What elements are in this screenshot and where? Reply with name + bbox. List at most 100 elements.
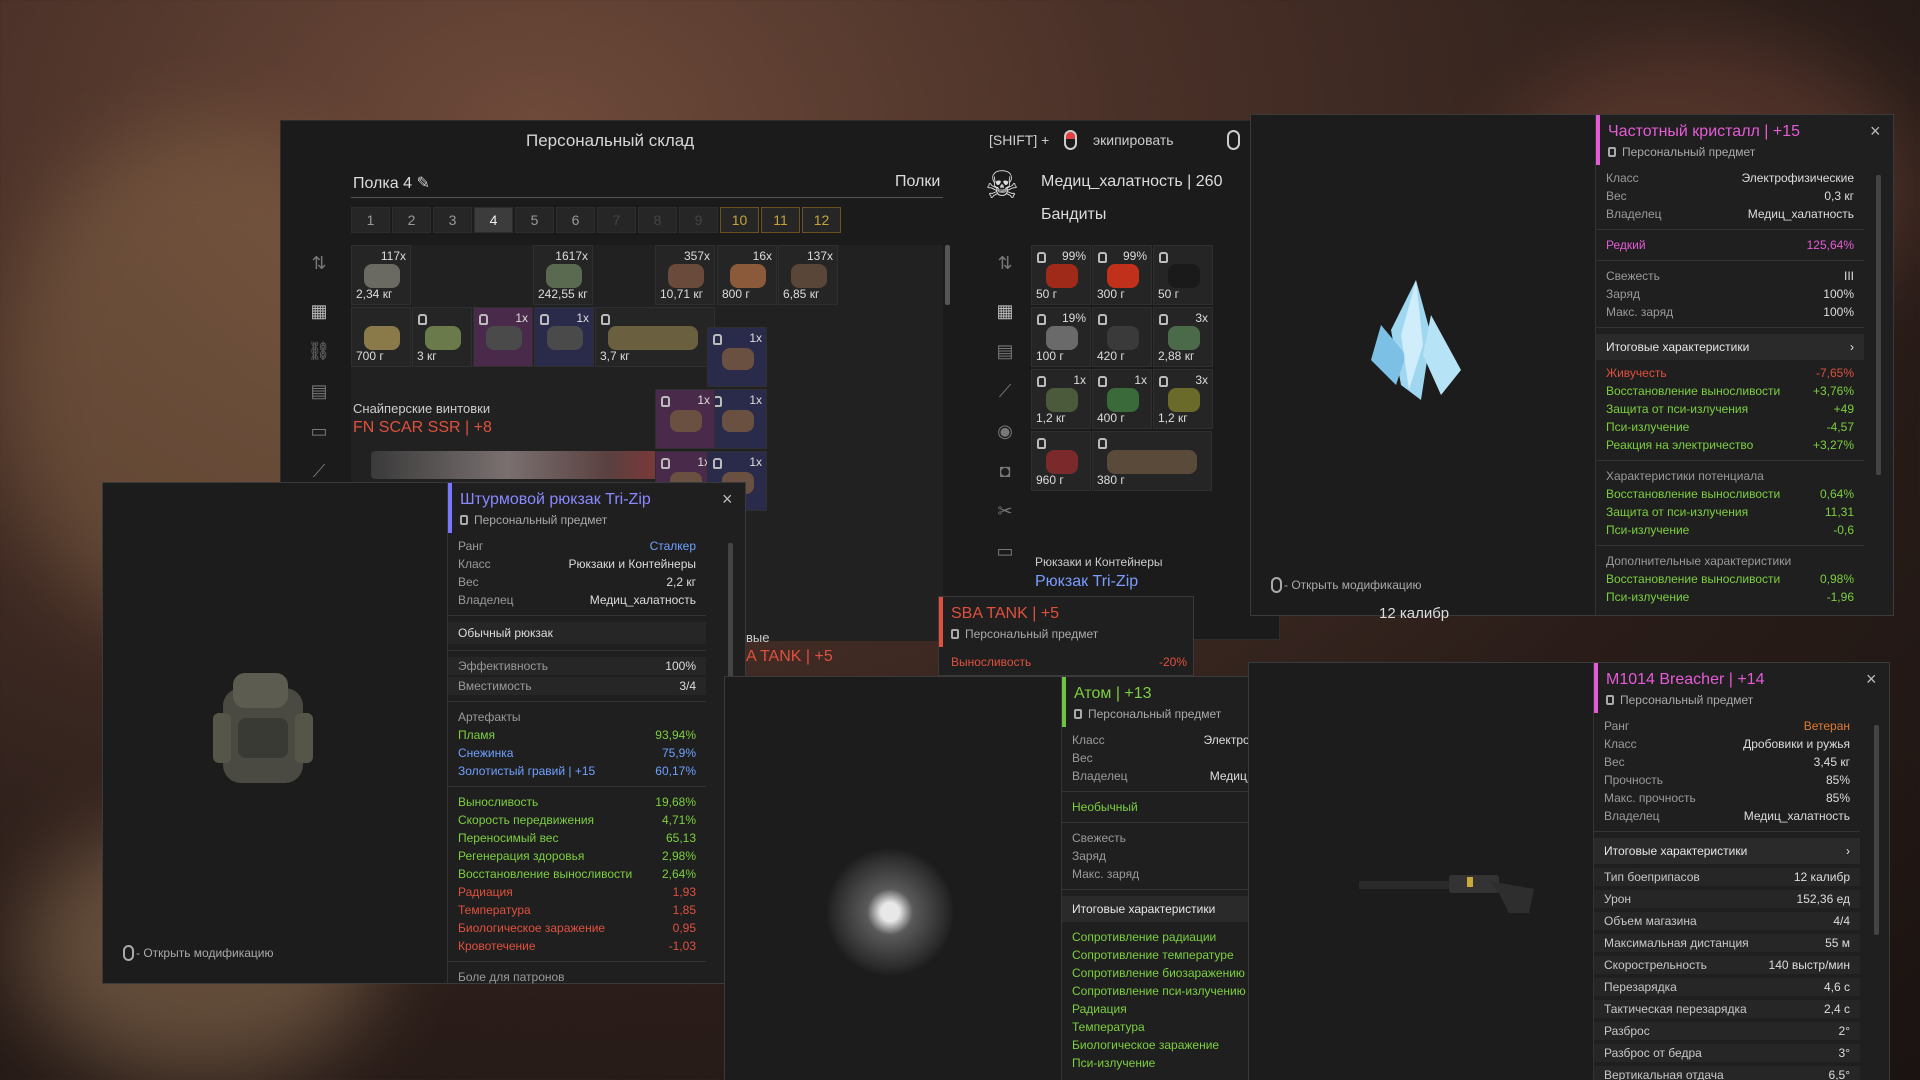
equip-slot[interactable]: 960 г [1031,431,1091,491]
shelf-tab[interactable]: 12 [802,207,841,233]
storage-slot[interactable]: 16x 800 г [717,245,777,305]
equip-slot[interactable]: 380 г [1092,431,1212,491]
stat-label: Вместимость [458,679,532,693]
storage-slot[interactable]: 357x 10,71 кг [655,245,715,305]
stat-label: Ранг [1604,719,1630,733]
close-icon[interactable]: × [1866,669,1877,690]
storage-slot[interactable]: 1x [707,389,767,449]
shelf-tab[interactable]: 7 [597,207,636,233]
equip-slot[interactable]: 99% 50 г [1031,245,1091,305]
storage-slot[interactable]: 3,7 кг [595,307,715,367]
stat-label: Скорострельность [1604,958,1707,972]
shelf-tab[interactable]: 9 [679,207,718,233]
stat-value: 4,71% [661,813,696,827]
stat-label: Макс. прочность [1604,791,1696,805]
item-icon [1107,326,1139,350]
shelf-tab[interactable]: 10 [720,207,759,233]
item-count: 16x [752,249,772,263]
sort-icon[interactable]: ⇅ [305,249,333,277]
storage-scrollbar[interactable] [945,245,950,305]
equip-item-name[interactable]: Рюкзак Tri-Zip [1035,573,1138,591]
rifle-icon[interactable]: ⟋ [305,457,333,485]
camera-icon[interactable]: ◘ [991,457,1019,485]
link-icon[interactable]: ⛓ [305,337,333,365]
close-icon[interactable]: × [722,489,733,510]
scrollbar[interactable] [1876,175,1881,475]
sba-title: SBA TANK | +5 [951,605,1060,622]
grid-icon[interactable]: ▦ [991,297,1019,325]
storage-slot[interactable]: 137x 6,85 кг [778,245,838,305]
stat-row: Перезарядка 4,6 с [1594,978,1860,996]
open-mod-hint[interactable]: - Открыть модификацию [123,945,274,961]
stat-label: Кровотечение [458,939,536,953]
stat-value: -1,96 [1826,590,1854,604]
item-icon [425,326,461,350]
grid-icon[interactable]: ▦ [305,297,333,325]
box-icon[interactable]: ▭ [991,537,1019,565]
stat-row: Защита от пси-излучения 11,31 [1596,503,1864,521]
stat-label: Выносливость [458,795,539,809]
equip-slot[interactable]: 3x 2,88 кг [1153,307,1213,367]
storage-slot[interactable]: 1x [534,307,594,367]
equip-slot[interactable]: 1x 400 г [1092,369,1152,429]
armor-icon[interactable]: ▤ [305,377,333,405]
close-icon[interactable]: × [1870,121,1881,142]
stat-row: Владелец Медиц_халатность [1594,807,1860,825]
shelf-tab[interactable]: 2 [392,207,431,233]
mouse-icon [1271,577,1282,593]
armor-icon[interactable]: ▤ [991,337,1019,365]
scrollbar[interactable] [1874,725,1879,935]
stat-label: Живучесть [1606,366,1667,380]
storage-slot[interactable]: 1617x 242,55 кг [533,245,593,305]
storage-slot[interactable]: 1x [473,307,533,367]
shelf-tab[interactable]: 1 [351,207,390,233]
skull-avatar: ☠ [985,165,1020,207]
stat-value: 100% [1823,287,1854,301]
stat-value: 12 калибр [1793,870,1850,884]
equip-slot[interactable]: 50 г [1153,245,1213,305]
tools-icon[interactable]: ✂ [991,497,1019,525]
stat-row: Ранг Ветеран [1594,717,1860,735]
shelf-tab[interactable]: 8 [638,207,677,233]
storage-slot[interactable]: 3 кг [412,307,472,367]
stat-row: Класс Электрофизические [1596,169,1864,187]
equip-slot[interactable]: 3x 1,2 кг [1153,369,1213,429]
equip-slot[interactable]: 99% 300 г [1092,245,1152,305]
rifle-icon[interactable]: ⟋ [991,377,1019,405]
shelf-tab[interactable]: 11 [761,207,800,233]
section-header[interactable]: Итоговые характеристики › [1594,838,1860,864]
sort-icon[interactable]: ⇅ [991,249,1019,277]
shelf-tab[interactable]: 5 [515,207,554,233]
storage-slot[interactable]: 1x [655,389,715,449]
crystal-image [1361,275,1471,405]
stat-value: -20% [1158,655,1187,669]
equip-slot[interactable]: 1x 1,2 кг [1031,369,1091,429]
storage-slot[interactable]: 1x [707,327,767,387]
pencil-icon[interactable]: ✎ [416,175,429,192]
shelf-tab[interactable]: 3 [433,207,472,233]
shelf-tab[interactable]: 6 [556,207,595,233]
lock-icon [418,314,427,325]
equip-slot[interactable]: 420 г [1092,307,1152,367]
lock-icon [1037,376,1046,387]
grenade-icon[interactable]: ◉ [991,417,1019,445]
storage-slot[interactable]: 700 г [351,307,411,367]
container-icon[interactable]: ▭ [305,417,333,445]
stat-label: Переносимый вес [458,831,559,845]
scar-item-name[interactable]: FN SCAR SSR | +8 [353,419,492,437]
equip-category-label: Рюкзаки и Контейнеры [1035,555,1163,569]
shelf-title[interactable]: Полка 4 ✎ [353,173,430,193]
shelf-tab[interactable]: 4 [474,207,513,233]
stat-value: -4,57 [1826,420,1854,434]
stat-value: 75,9% [661,746,696,760]
storage-slot[interactable]: 117x 2,34 кг [351,245,411,305]
section-header[interactable]: Итоговые характеристики › [1596,334,1864,360]
shelves-label[interactable]: Полки [895,173,940,191]
stat-row: Регенерация здоровья 2,98% [448,847,706,865]
open-mod-hint[interactable]: - Открыть модификацию [1271,577,1422,593]
stat-row: Свежесть III [1596,267,1864,285]
lock-icon [1074,709,1082,719]
stat-label: Вес [1072,751,1093,765]
stat-label: Макс. заряд [1072,867,1140,881]
equip-slot[interactable]: 19% 100 г [1031,307,1091,367]
